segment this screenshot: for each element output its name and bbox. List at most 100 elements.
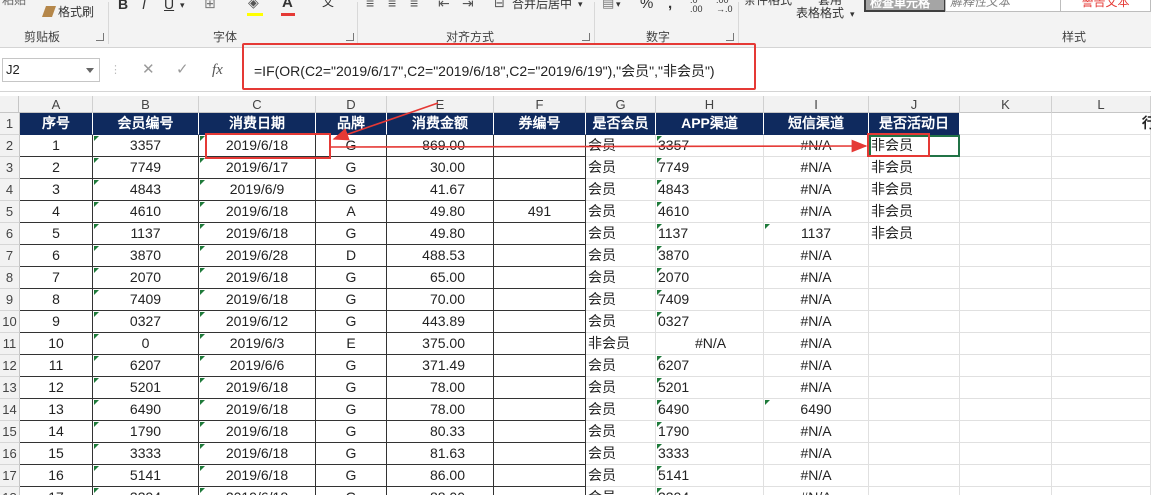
column-title-coupon[interactable]: 券编号	[494, 113, 586, 135]
column-title-sms-channel[interactable]: 短信渠道	[764, 113, 869, 135]
amount-cell[interactable]: 78.00	[387, 399, 494, 421]
sms-channel-cell[interactable]: 1137	[764, 223, 869, 245]
font-launcher-icon[interactable]	[346, 33, 354, 41]
sms-channel-cell[interactable]: #N/A	[764, 157, 869, 179]
align-center-icon[interactable]: ≡	[388, 0, 396, 13]
seq-cell[interactable]: 15	[20, 443, 93, 465]
sms-channel-cell[interactable]: #N/A	[764, 377, 869, 399]
conditional-format-button[interactable]: 条件格式	[744, 0, 792, 10]
member-id-cell[interactable]: 6207	[93, 355, 199, 377]
empty-cell[interactable]	[960, 245, 1052, 267]
empty-cell[interactable]	[1052, 157, 1151, 179]
activity-day-cell[interactable]	[869, 267, 960, 289]
seq-cell[interactable]: 4	[20, 201, 93, 223]
is-member-cell[interactable]: 会员	[586, 443, 656, 465]
insert-function-icon[interactable]: fx	[212, 61, 223, 79]
date-cell[interactable]: 2019/6/18	[199, 443, 316, 465]
brand-cell[interactable]: G	[316, 421, 387, 443]
app-channel-cell[interactable]: 5201	[656, 377, 764, 399]
column-header-a[interactable]: A	[20, 96, 93, 113]
member-id-cell[interactable]: 6490	[93, 399, 199, 421]
number-launcher-icon[interactable]	[726, 33, 734, 41]
activity-day-cell[interactable]	[869, 377, 960, 399]
column-title-amount[interactable]: 消费金额	[387, 113, 494, 135]
column-header-b[interactable]: B	[93, 96, 199, 113]
row-header[interactable]: 16	[0, 443, 20, 465]
member-id-cell[interactable]: 3870	[93, 245, 199, 267]
empty-cell[interactable]	[1052, 377, 1151, 399]
coupon-cell[interactable]	[494, 223, 586, 245]
app-channel-cell[interactable]: 3870	[656, 245, 764, 267]
empty-cell[interactable]	[960, 223, 1052, 245]
is-member-cell[interactable]: 会员	[586, 179, 656, 201]
row-header[interactable]: 10	[0, 311, 20, 333]
app-channel-cell[interactable]: 6207	[656, 355, 764, 377]
coupon-cell[interactable]	[494, 465, 586, 487]
seq-cell[interactable]: 16	[20, 465, 93, 487]
column-title-date[interactable]: 消费日期	[199, 113, 316, 135]
is-member-cell[interactable]: 会员	[586, 245, 656, 267]
column-title-member-id[interactable]: 会员编号	[93, 113, 199, 135]
warning-text-style[interactable]: 警告文本	[1060, 0, 1151, 12]
empty-cell[interactable]	[1052, 201, 1151, 223]
empty-cell[interactable]	[960, 333, 1052, 355]
member-id-cell[interactable]: 7409	[93, 289, 199, 311]
member-id-cell[interactable]: 3333	[93, 443, 199, 465]
brand-cell[interactable]: G	[316, 157, 387, 179]
seq-cell[interactable]: 6	[20, 245, 93, 267]
column-title-brand[interactable]: 品牌	[316, 113, 387, 135]
row-header[interactable]: 15	[0, 421, 20, 443]
amount-cell[interactable]: 86.00	[387, 465, 494, 487]
format-painter-button[interactable]: 格式刷	[41, 4, 94, 22]
is-member-cell[interactable]: 会员	[586, 399, 656, 421]
coupon-cell[interactable]: 491	[494, 201, 586, 223]
row-header[interactable]: 18	[0, 487, 20, 495]
sms-channel-cell[interactable]: #N/A	[764, 355, 869, 377]
member-id-cell[interactable]: 5201	[93, 377, 199, 399]
empty-cell[interactable]	[960, 443, 1052, 465]
app-channel-cell[interactable]: 7409	[656, 289, 764, 311]
empty-cell[interactable]	[1052, 333, 1151, 355]
amount-cell[interactable]: 65.00	[387, 267, 494, 289]
app-channel-cell[interactable]: 1137	[656, 223, 764, 245]
brand-cell[interactable]: G	[316, 223, 387, 245]
app-channel-cell[interactable]: 3357	[656, 135, 764, 157]
seq-cell[interactable]: 10	[20, 333, 93, 355]
activity-day-cell[interactable]	[869, 443, 960, 465]
brand-cell[interactable]: G	[316, 311, 387, 333]
activity-day-cell[interactable]	[869, 421, 960, 443]
border-icon[interactable]: ⊞	[204, 0, 216, 13]
member-id-cell[interactable]: 5141	[93, 465, 199, 487]
date-cell[interactable]: 2019/6/18	[199, 289, 316, 311]
app-channel-cell[interactable]: 4610	[656, 201, 764, 223]
sms-channel-cell[interactable]: #N/A	[764, 487, 869, 495]
amount-cell[interactable]: 49.80	[387, 223, 494, 245]
brand-cell[interactable]: E	[316, 333, 387, 355]
empty-cell[interactable]	[960, 113, 1052, 135]
activity-day-cell[interactable]: 非会员	[869, 179, 960, 201]
coupon-cell[interactable]	[494, 245, 586, 267]
row-header[interactable]: 12	[0, 355, 20, 377]
app-channel-cell[interactable]: 1790	[656, 421, 764, 443]
is-member-cell[interactable]: 会员	[586, 421, 656, 443]
coupon-cell[interactable]	[494, 355, 586, 377]
row-header[interactable]: 5	[0, 201, 20, 223]
empty-cell[interactable]	[960, 399, 1052, 421]
amount-cell[interactable]: 70.00	[387, 289, 494, 311]
column-header-e[interactable]: E	[387, 96, 494, 113]
row-header[interactable]: 4	[0, 179, 20, 201]
app-channel-cell[interactable]: 5141	[656, 465, 764, 487]
column-title-app-channel[interactable]: APP渠道	[656, 113, 764, 135]
sms-channel-cell[interactable]: #N/A	[764, 311, 869, 333]
activity-day-cell[interactable]	[869, 245, 960, 267]
is-member-cell[interactable]: 会员	[586, 311, 656, 333]
member-id-cell[interactable]: 3357	[93, 135, 199, 157]
amount-cell[interactable]: 80.33	[387, 421, 494, 443]
name-box[interactable]: J2	[2, 58, 100, 82]
amount-cell[interactable]: 375.00	[387, 333, 494, 355]
amount-cell[interactable]: 371.49	[387, 355, 494, 377]
brand-cell[interactable]: G	[316, 377, 387, 399]
fill-color-icon[interactable]: ◈	[248, 0, 259, 12]
decrease-decimal-icon[interactable]: .00 →.0	[716, 0, 733, 14]
row-header[interactable]: 11	[0, 333, 20, 355]
